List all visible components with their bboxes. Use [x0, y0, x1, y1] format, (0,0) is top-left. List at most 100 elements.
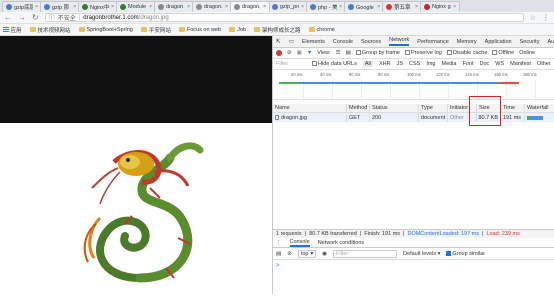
tab-close-icon[interactable]: × [263, 4, 266, 10]
browser-tab[interactable]: dragon × [154, 1, 194, 12]
address-input[interactable]: ⓘ 不安全 | dragonbrother.1.com/dragon.jpg [44, 13, 524, 22]
inspect-icon[interactable]: ⇱ [276, 39, 281, 45]
browser-tab[interactable]: Nginx中 × [78, 1, 118, 12]
filter-icon[interactable]: ▼ [307, 50, 312, 56]
back-icon[interactable]: ← [4, 13, 12, 22]
col-status[interactable]: Status [370, 104, 419, 112]
clear-icon[interactable]: ⊘ [287, 50, 292, 56]
tab-close-icon[interactable]: × [377, 4, 380, 10]
levels-select[interactable]: Default levels ▾ [403, 251, 440, 257]
capture-icon[interactable]: ▣ [297, 50, 302, 56]
console-filter-input[interactable]: Filter [333, 250, 398, 258]
bookmark-item[interactable]: chrome [308, 27, 335, 33]
tab-console[interactable]: Console [289, 239, 310, 247]
browser-tab[interactable]: Nginx gzi× [420, 1, 460, 12]
context-select[interactable]: top ▾ [297, 250, 317, 258]
record-icon[interactable] [276, 50, 282, 56]
drawer-menu-icon[interactable]: ⋮ [276, 240, 282, 246]
preserve-log-toggle[interactable]: Preserve log [404, 50, 442, 56]
list-view-icon[interactable]: ☰ [336, 50, 341, 56]
tab-close-icon[interactable]: × [339, 4, 342, 10]
throttle-select[interactable]: Online [519, 50, 535, 56]
devtools-tab[interactable]: Security [520, 39, 540, 45]
console-sidebar-icon[interactable]: ▤ [276, 251, 281, 257]
filter-type-xhr[interactable]: XHR [379, 61, 391, 67]
table-row[interactable]: dragon.jpg GET 200 document Other 80.7 K… [273, 113, 554, 122]
hide-data-urls-toggle[interactable]: Hide data URLs [312, 61, 357, 67]
col-name[interactable]: Name [273, 104, 347, 112]
bookmark-item[interactable]: Job [229, 27, 246, 33]
tab-close-icon[interactable]: × [73, 4, 76, 10]
bookmark-item[interactable]: 平安网站 [140, 26, 171, 34]
browser-tab[interactable]: dragon.jp× [230, 1, 270, 12]
bookmark-star-icon[interactable]: ☆ [530, 14, 536, 22]
filter-type-img[interactable]: Img [426, 61, 435, 67]
devtools-tab[interactable]: Elements [302, 39, 325, 45]
col-time[interactable]: Time [501, 104, 525, 112]
separator: | [78, 14, 81, 21]
tab-close-icon[interactable]: × [301, 4, 304, 10]
browser-tab[interactable]: gzip_pro × [268, 1, 308, 12]
tab-close-icon[interactable]: × [149, 4, 152, 10]
timeline-tick: 180 ms [523, 72, 537, 77]
devtools-tab[interactable]: Performance [417, 39, 449, 45]
eye-icon[interactable]: ◉ [322, 251, 327, 257]
filter-type-ws[interactable]: WS [495, 61, 504, 67]
col-waterfall[interactable]: Waterfall [525, 104, 554, 112]
device-toggle-icon[interactable]: ▭ [289, 39, 294, 45]
row-name[interactable]: dragon.jpg [281, 115, 307, 121]
offline-toggle[interactable]: Offline [492, 50, 514, 56]
filter-type-font[interactable]: Font [462, 61, 473, 67]
browser-tab[interactable]: Module × [116, 1, 156, 12]
forward-icon[interactable]: → [18, 13, 26, 22]
browser-tab[interactable]: dragon. × [192, 1, 232, 12]
col-type[interactable]: Type [419, 104, 448, 112]
overview-bar [279, 82, 299, 84]
browser-tab[interactable]: Google 翻× [344, 1, 384, 12]
menu-icon[interactable]: ⋮ [542, 13, 550, 22]
filter-type-css[interactable]: CSS [409, 61, 420, 67]
tab-title: Google 翻 [356, 5, 375, 11]
bookmark-item[interactable]: SpringBoot+Spring [78, 27, 133, 33]
devtools-tab[interactable]: Application [485, 39, 512, 45]
filter-type-other[interactable]: Other [537, 61, 551, 67]
bookmark-item[interactable]: 架构师成长之路 [254, 26, 301, 34]
group-similar-toggle[interactable]: Group similar [446, 251, 485, 257]
size-highlight-box [469, 96, 501, 126]
tab-close-icon[interactable]: × [187, 4, 190, 10]
load-time: Load: 239 ms [486, 231, 520, 237]
tab-close-icon[interactable]: × [35, 4, 38, 10]
devtools-panel: ⇱ ▭ Elements Console Sources Network Perform… [272, 36, 554, 294]
browser-tab[interactable]: gzip 那 × [40, 1, 80, 12]
tab-close-icon[interactable]: × [111, 4, 114, 10]
browser-tab[interactable]: 第五章 × [382, 1, 422, 12]
group-by-frame-toggle[interactable]: Group by frame [355, 50, 400, 56]
browser-tab[interactable]: php - 美 × [306, 1, 346, 12]
col-method[interactable]: Method [347, 104, 370, 112]
devtools-tab[interactable]: Audits [547, 39, 554, 45]
filter-type-all[interactable]: All [362, 61, 373, 67]
devtools-tab[interactable]: Network [389, 37, 410, 46]
network-filter-input[interactable]: Filter [276, 61, 306, 67]
devtools-tab[interactable]: Memory [457, 39, 477, 45]
disable-cache-toggle[interactable]: Disable cache [446, 50, 487, 56]
devtools-tab[interactable]: Console [333, 39, 353, 45]
filter-type-manifest[interactable]: Manifest [510, 61, 531, 67]
overview-icon[interactable]: ▤ [346, 50, 351, 56]
filter-type-media[interactable]: Media [441, 61, 456, 67]
reload-icon[interactable]: ↻ [32, 13, 39, 22]
tab-close-icon[interactable]: × [453, 4, 456, 10]
tab-network-conditions[interactable]: Network conditions [318, 240, 364, 246]
bookmark-item[interactable]: 应用 [3, 26, 22, 34]
filter-type-doc[interactable]: Doc [479, 61, 489, 67]
console-prompt[interactable]: > [276, 263, 280, 269]
tab-close-icon[interactable]: × [415, 4, 418, 10]
devtools-tab[interactable]: Sources [361, 39, 381, 45]
bookmark-item[interactable]: 技术视频网站 [29, 26, 71, 34]
bookmark-item[interactable]: Focus on web [178, 27, 221, 33]
console-clear-icon[interactable]: ⊘ [287, 251, 292, 257]
browser-tab[interactable]: gzip底层 × [2, 1, 42, 12]
info-icon[interactable]: ⓘ [49, 13, 55, 22]
tab-close-icon[interactable]: × [225, 4, 228, 10]
filter-type-js[interactable]: JS [397, 61, 403, 67]
